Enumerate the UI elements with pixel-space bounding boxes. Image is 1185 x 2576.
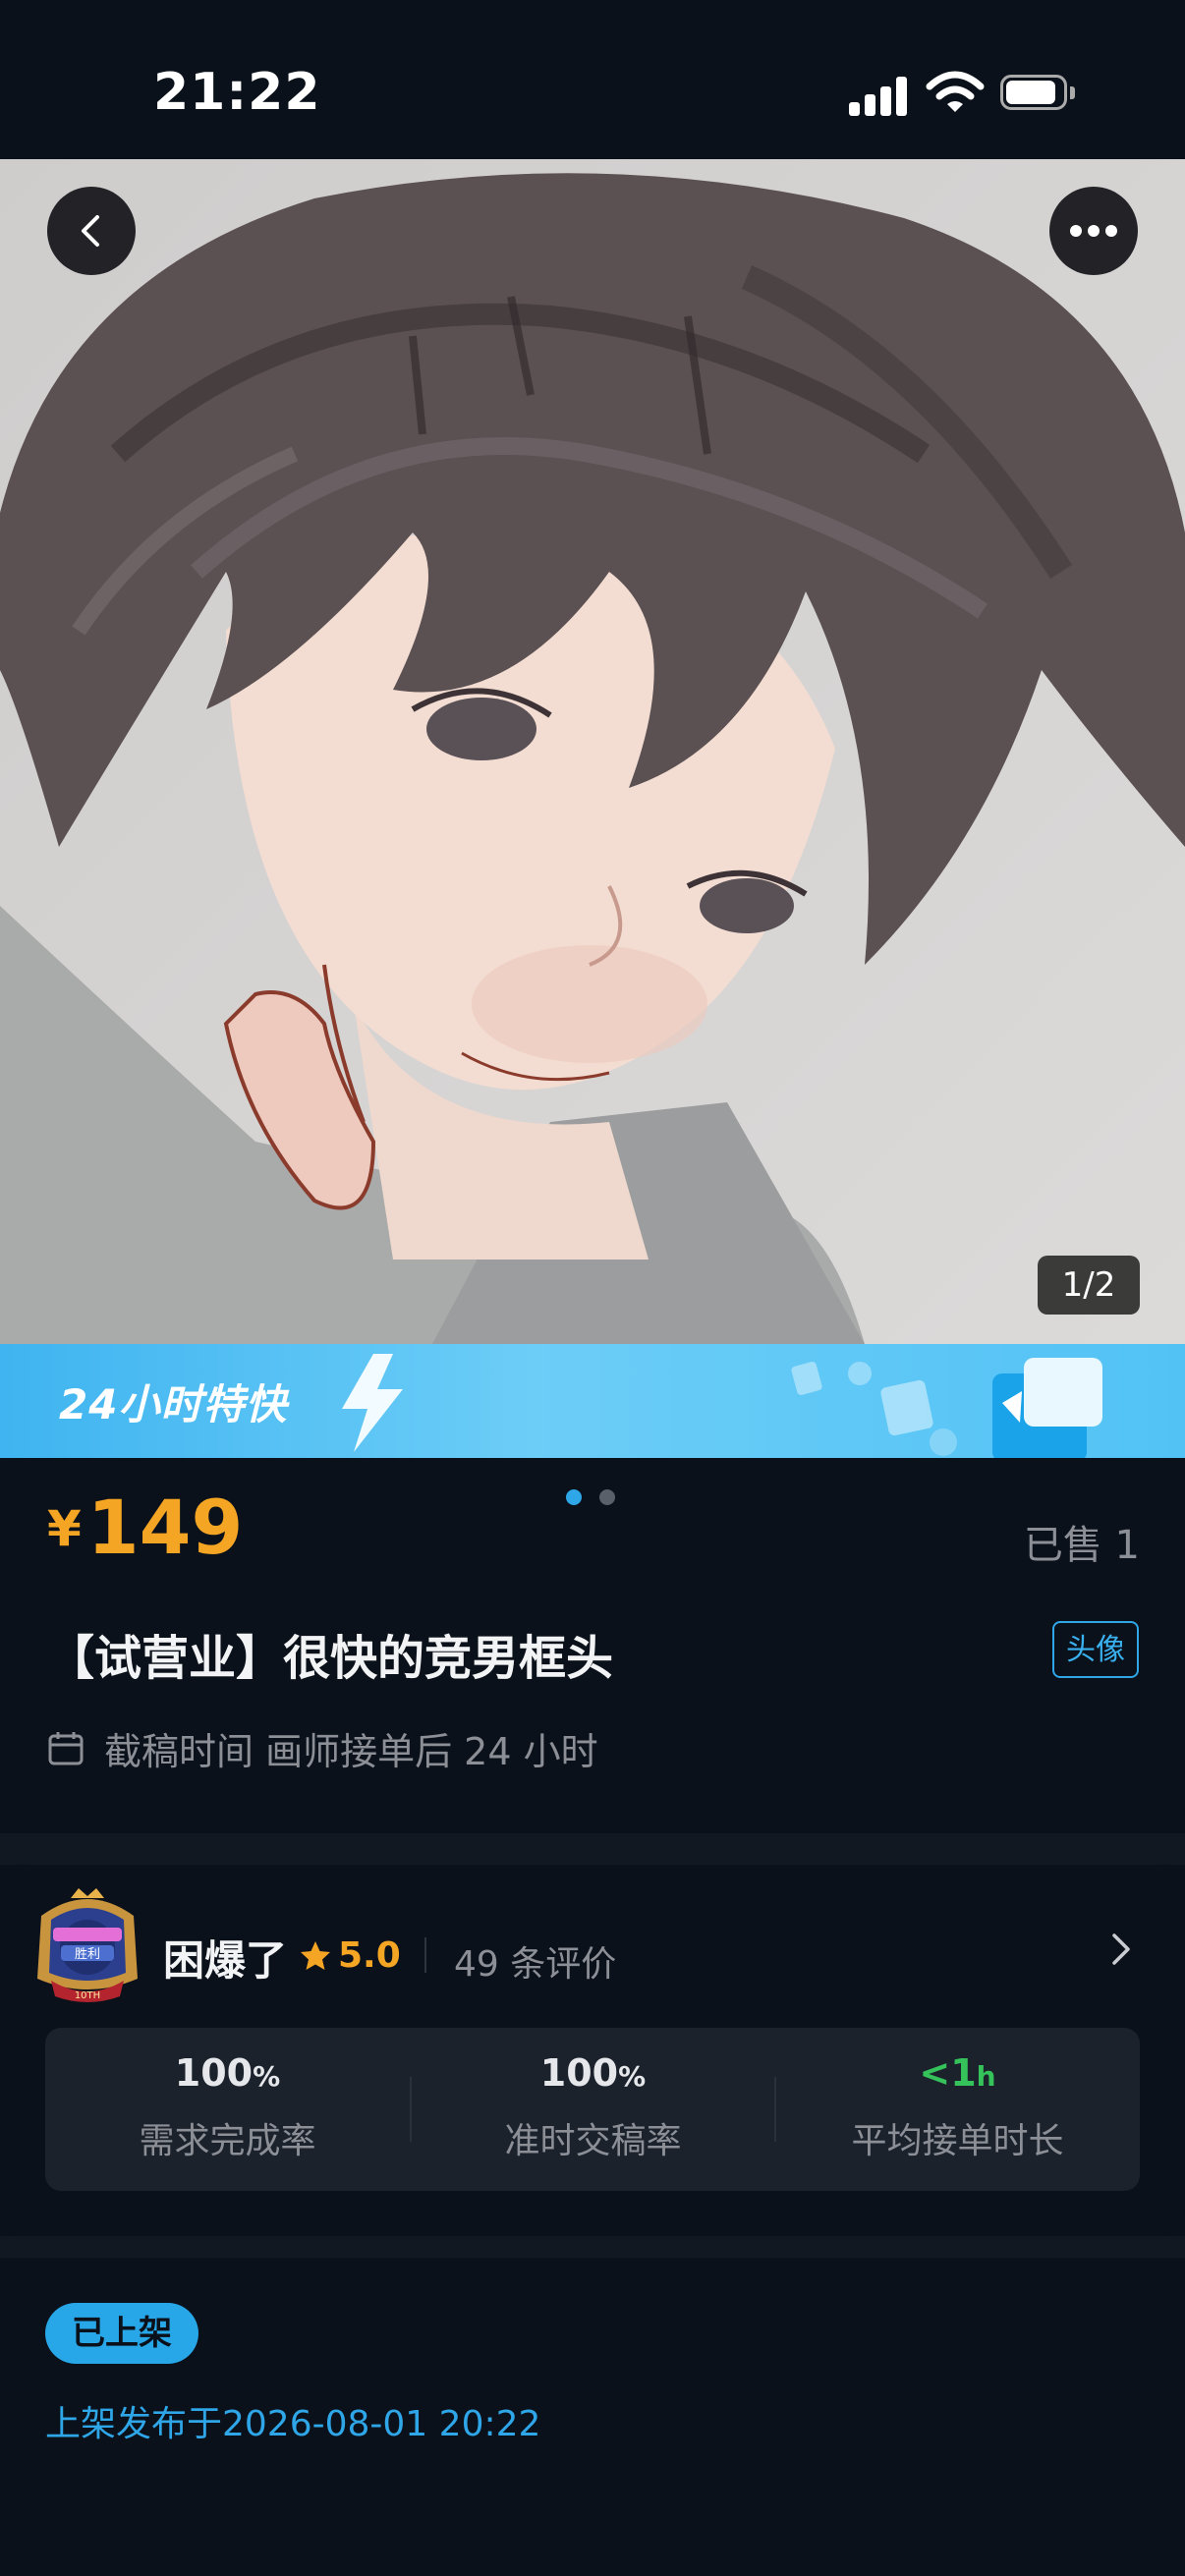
deadline-text: 截稿时间 画师接单后 24 小时 bbox=[104, 1730, 598, 1773]
more-dots-icon bbox=[1070, 225, 1117, 237]
carousel-dot bbox=[599, 1489, 615, 1505]
wifi-icon bbox=[926, 71, 985, 112]
deadline-info: 截稿时间 画师接单后 24 小时 bbox=[47, 1721, 598, 1775]
review-count[interactable]: 49 条评价 bbox=[454, 1935, 616, 1987]
stat-label: 需求完成率 bbox=[139, 2121, 316, 2161]
svg-text:胜利: 胜利 bbox=[75, 1947, 100, 1962]
carousel-dot-active bbox=[566, 1489, 582, 1505]
stat-value: <1 bbox=[919, 2051, 977, 2095]
artist-rating: 5.0 bbox=[299, 1935, 401, 1976]
stat-unit: h bbox=[976, 2060, 996, 2093]
lightning-icon bbox=[342, 1354, 403, 1452]
published-timestamp: 上架发布于2026-08-01 20:22 bbox=[45, 2404, 541, 2444]
sold-count: 已售 1 bbox=[1023, 1523, 1140, 1568]
chevron-left-icon bbox=[82, 215, 99, 247]
stat-completion-rate: 100% 需求完成率 bbox=[45, 2028, 410, 2191]
stat-avg-accept-time: <1h 平均接单时长 bbox=[775, 2028, 1140, 2191]
status-time: 21:22 bbox=[153, 63, 321, 122]
section-divider bbox=[0, 2236, 1185, 2258]
promo-banner: 24小时特快 bbox=[0, 1344, 1185, 1458]
product-image[interactable]: 1/2 bbox=[0, 159, 1185, 1344]
battery-icon bbox=[1000, 75, 1079, 112]
stat-label: 准时交稿率 bbox=[504, 2121, 682, 2161]
svg-text:10TH: 10TH bbox=[75, 1990, 100, 2001]
calendar-icon bbox=[48, 1731, 84, 1764]
artist-avatar[interactable]: 胜利 10TH bbox=[31, 1886, 143, 2008]
rating-value: 5.0 bbox=[338, 1935, 401, 1976]
stat-on-time-rate: 100% 准时交稿率 bbox=[411, 2028, 775, 2191]
stat-unit: % bbox=[253, 2060, 281, 2093]
stat-label: 平均接单时长 bbox=[851, 2121, 1064, 2161]
stat-unit: % bbox=[618, 2060, 647, 2093]
promo-decoration-icon bbox=[791, 1358, 1102, 1458]
product-price: ¥149 bbox=[47, 1484, 243, 1571]
currency-symbol: ¥ bbox=[47, 1500, 82, 1557]
cellular-signal-icon bbox=[849, 75, 908, 116]
product-title: 【试营业】很快的竞男框头 bbox=[47, 1631, 614, 1686]
price-value: 149 bbox=[86, 1484, 244, 1571]
listing-status-badge: 已上架 bbox=[45, 2303, 198, 2364]
more-options-button[interactable] bbox=[1049, 187, 1138, 275]
artwork-illustration bbox=[0, 159, 1185, 1344]
stat-value: 100 bbox=[174, 2051, 254, 2095]
divider bbox=[424, 1937, 426, 1973]
chevron-right-icon[interactable] bbox=[1104, 1930, 1140, 1969]
artist-stats-panel: 100% 需求完成率 100% 准时交稿率 <1h 平均接单时长 bbox=[45, 2028, 1140, 2191]
section-divider bbox=[0, 1833, 1185, 1865]
artist-name[interactable]: 困爆了 bbox=[163, 1928, 287, 1988]
stat-value: 100 bbox=[539, 2051, 619, 2095]
category-tag[interactable]: 头像 bbox=[1052, 1621, 1139, 1678]
image-page-indicator: 1/2 bbox=[1038, 1256, 1140, 1315]
star-icon bbox=[301, 1940, 330, 1970]
promo-text: 24小时特快 bbox=[59, 1380, 288, 1428]
status-bar: 21:22 bbox=[0, 0, 1185, 159]
back-button[interactable] bbox=[47, 187, 136, 275]
